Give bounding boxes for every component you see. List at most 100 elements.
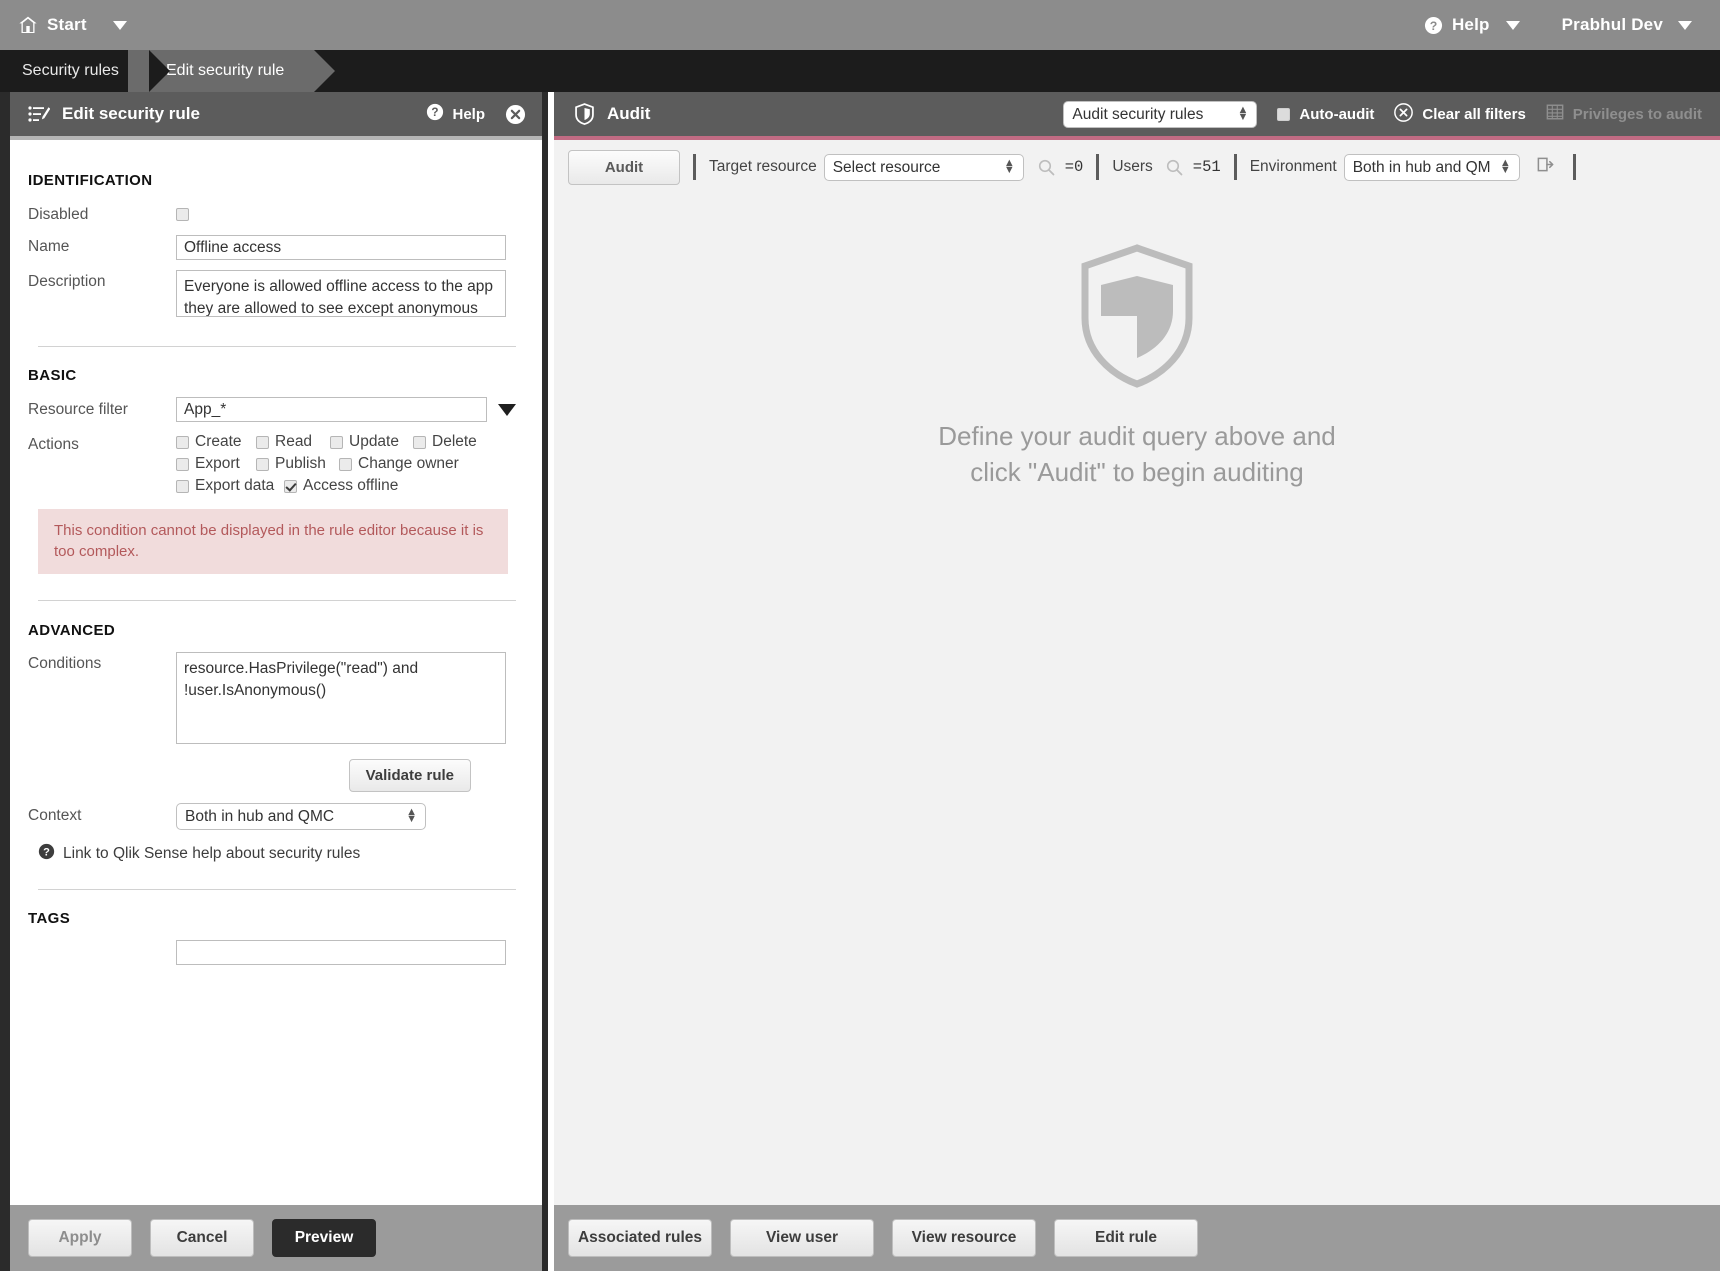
action-read-checkbox[interactable] — [256, 435, 269, 449]
help-label: Help — [1451, 15, 1490, 34]
action-update-checkbox[interactable] — [330, 435, 343, 449]
empty-state-text: Define your audit query above and click … — [938, 419, 1336, 491]
description-textarea[interactable] — [176, 270, 506, 317]
chevron-down-icon[interactable] — [112, 20, 127, 30]
users-filter-search[interactable]: =51 — [1166, 158, 1221, 176]
audit-mode-select[interactable]: Audit security rules — [1063, 100, 1258, 128]
question-circle-icon: ? — [38, 843, 55, 865]
action-read[interactable]: Read — [256, 433, 330, 451]
disabled-label: Disabled — [28, 206, 89, 223]
action-publish-checkbox[interactable] — [256, 457, 269, 471]
breadcrumb-label: Edit security rule — [166, 62, 285, 79]
context-label: Context — [28, 807, 82, 825]
action-delete[interactable]: Delete — [413, 433, 477, 451]
toolbar-divider — [1233, 154, 1237, 180]
close-icon[interactable] — [505, 104, 526, 125]
disabled-checkbox[interactable] — [176, 208, 189, 221]
panel-title: Edit security rule — [62, 104, 200, 123]
action-label: Publish — [275, 455, 326, 472]
conditions-label: Conditions — [28, 654, 102, 672]
resource-filter-chevron-down-icon[interactable] — [498, 403, 516, 416]
description-label: Description — [28, 273, 106, 290]
action-change-owner-checkbox[interactable] — [339, 457, 352, 471]
target-resource-select-wrapper[interactable]: Select resource ▲ ▼ — [823, 153, 1024, 181]
action-access-offline[interactable]: Access offline — [284, 477, 398, 495]
action-publish[interactable]: Publish — [256, 455, 339, 473]
validate-rule-button[interactable]: Validate rule — [348, 758, 471, 792]
resource-filter-input[interactable] — [176, 397, 487, 422]
toolbar-divider — [693, 154, 696, 180]
cancel-button[interactable]: Cancel — [150, 1219, 254, 1257]
action-delete-checkbox[interactable] — [413, 435, 426, 449]
users-count: =51 — [1192, 158, 1221, 176]
view-resource-button[interactable]: View resource — [892, 1219, 1036, 1257]
action-export[interactable]: Export — [176, 455, 256, 473]
breadcrumb-label: Security rules — [22, 62, 119, 79]
home-icon — [18, 15, 38, 35]
question-circle-icon: ? — [1424, 16, 1443, 35]
audit-toolbar: Audit Target resource Select resource ▲ ▼… — [554, 144, 1720, 190]
privileges-to-audit-label: Privileges to audit — [1572, 105, 1702, 123]
help-link-label: Link to Qlik Sense help about security r… — [63, 844, 361, 862]
user-label: Prabhul Dev — [1561, 15, 1663, 34]
auto-audit-checkbox[interactable] — [1277, 107, 1291, 121]
action-label: Access offline — [303, 477, 399, 494]
view-user-button[interactable]: View user — [730, 1219, 874, 1257]
action-export-data-checkbox[interactable] — [176, 479, 189, 493]
conditions-textarea[interactable] — [176, 651, 506, 744]
tags-input[interactable] — [176, 939, 506, 965]
breadcrumb-item-security-rules[interactable]: Security rules — [0, 50, 170, 92]
action-label: Export — [195, 455, 240, 472]
auto-audit-toggle[interactable]: Auto-audit — [1277, 106, 1374, 123]
panel-header: Edit security rule ? Help — [10, 92, 542, 140]
audit-mode-select-wrapper[interactable]: Audit security rules ▲ ▼ — [1063, 100, 1258, 128]
export-icon[interactable] — [1536, 155, 1555, 179]
audit-header: Audit Audit security rules ▲ ▼ Auto-audit… — [554, 92, 1720, 140]
context-select[interactable]: Both in hub and QMC — [176, 802, 426, 830]
panel-help-link[interactable]: ? Help — [426, 103, 485, 125]
start-menu-button[interactable]: Start — [18, 15, 87, 35]
users-label: Users — [1112, 158, 1153, 175]
environment-select[interactable]: Both in hub and QMC — [1343, 153, 1520, 181]
target-resource-select[interactable]: Select resource — [823, 153, 1024, 181]
section-advanced-heading: ADVANCED — [28, 621, 116, 639]
clear-all-filters-button[interactable]: Clear all filters — [1394, 102, 1526, 126]
x-circle-icon — [1394, 102, 1414, 126]
audit-title: Audit — [607, 104, 651, 123]
edit-rule-button[interactable]: Edit rule — [1054, 1219, 1198, 1257]
empty-state-line1: Define your audit query above and — [938, 421, 1336, 451]
help-link-row[interactable]: ? Link to Qlik Sense help about security… — [38, 843, 516, 865]
action-create-checkbox[interactable] — [176, 435, 189, 449]
user-menu-button[interactable]: Prabhul Dev — [1562, 15, 1692, 35]
section-basic-heading: BASIC — [28, 367, 77, 384]
start-label: Start — [47, 15, 87, 34]
action-access-offline-checkbox[interactable] — [284, 479, 297, 493]
question-circle-icon: ? — [426, 103, 444, 125]
user-chevron-down-icon[interactable] — [1678, 20, 1692, 30]
action-export-checkbox[interactable] — [176, 457, 189, 471]
resource-count: =0 — [1064, 158, 1084, 176]
apply-button[interactable]: Apply — [28, 1219, 132, 1257]
help-chevron-down-icon[interactable] — [1505, 20, 1520, 30]
action-update[interactable]: Update — [330, 433, 413, 451]
associated-rules-button[interactable]: Associated rules — [568, 1219, 712, 1257]
action-label: Create — [195, 433, 242, 450]
resource-filter-search[interactable]: =0 — [1038, 158, 1084, 176]
shield-icon — [574, 103, 595, 125]
preview-button[interactable]: Preview — [272, 1219, 376, 1257]
context-select-wrapper[interactable]: Both in hub and QMC ▲ ▼ — [176, 802, 426, 830]
panel-help-label: Help — [452, 105, 485, 123]
edit-security-rule-panel: Edit security rule ? Help IDENTIFICATION… — [0, 92, 548, 1271]
action-export-data[interactable]: Export data — [176, 477, 284, 495]
help-menu-button[interactable]: ? Help — [1424, 15, 1490, 35]
svg-text:?: ? — [1430, 18, 1438, 32]
top-bar: Start ? Help Prabhul Dev — [0, 0, 1720, 50]
rule-list-icon — [28, 105, 51, 123]
action-change-owner[interactable]: Change owner — [339, 455, 459, 473]
action-label: Delete — [432, 433, 477, 450]
audit-run-button[interactable]: Audit — [568, 149, 680, 185]
action-create[interactable]: Create — [176, 433, 256, 451]
toolbar-divider — [1572, 154, 1576, 180]
environment-select-wrapper[interactable]: Both in hub and QMC ▲ ▼ — [1343, 153, 1520, 181]
name-input[interactable] — [176, 235, 506, 260]
